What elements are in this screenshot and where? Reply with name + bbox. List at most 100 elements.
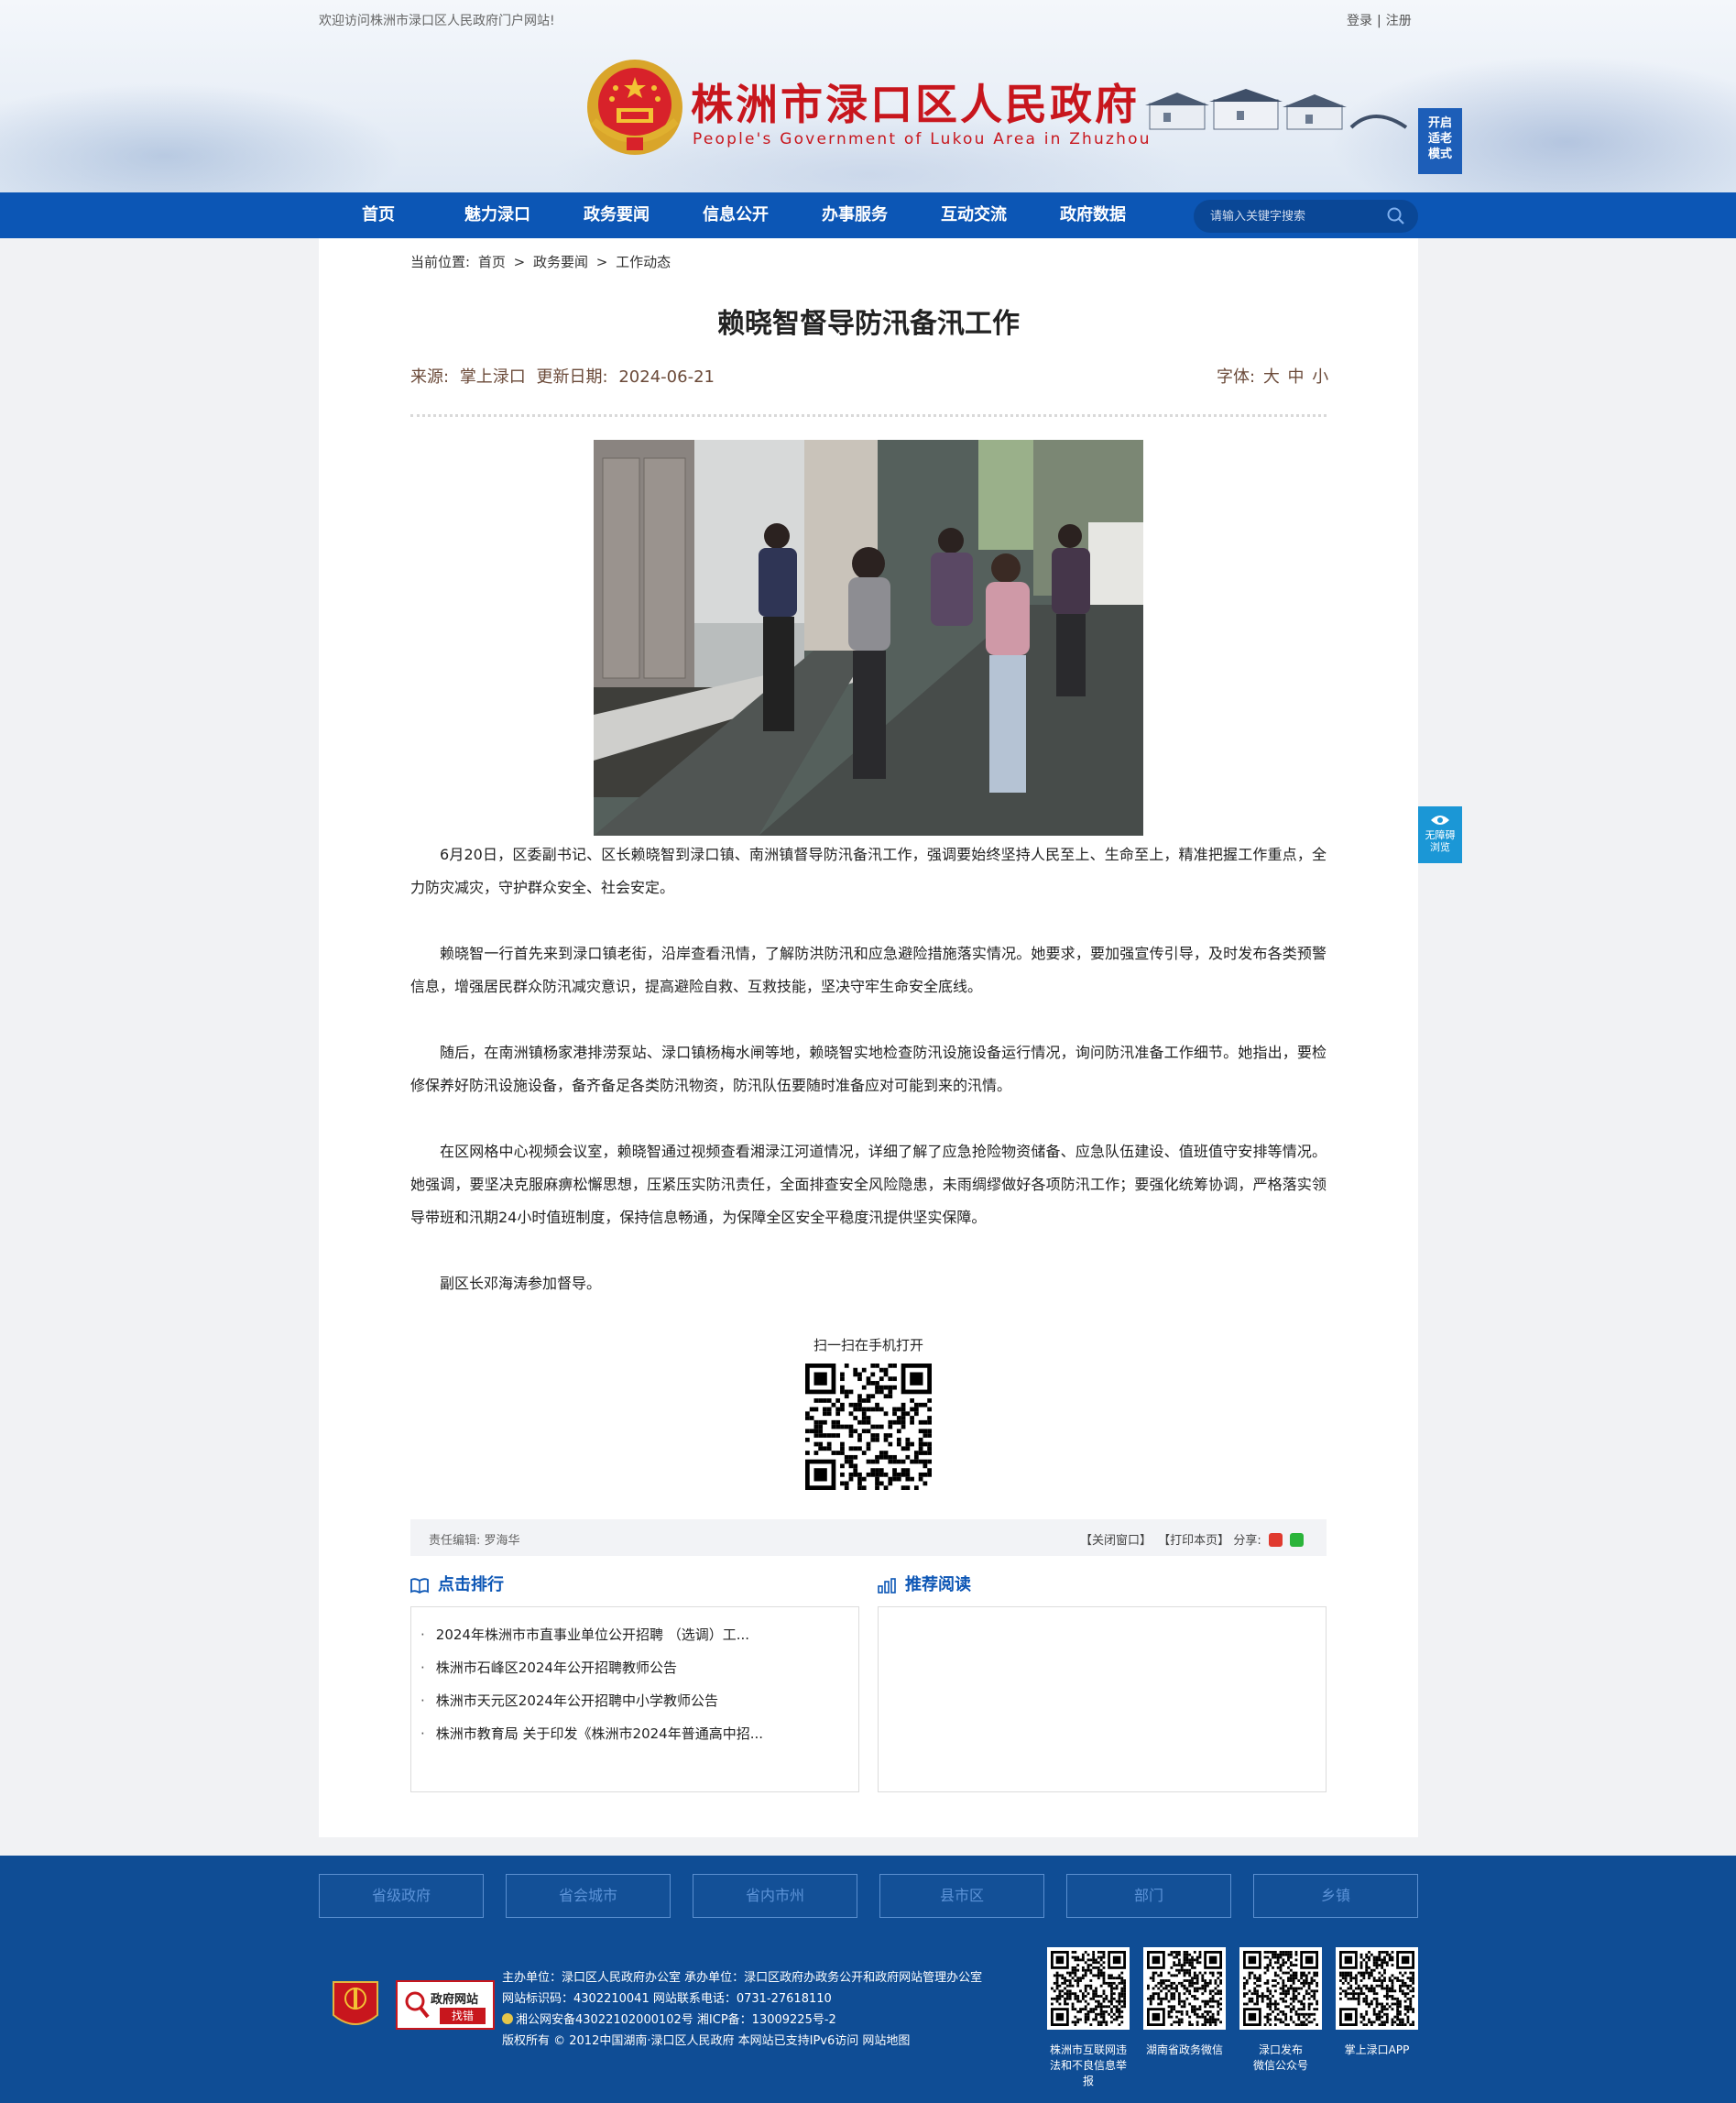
search-icon[interactable] [1386,206,1406,226]
qr-caption: 株洲市互联网违 [1049,2043,1127,2056]
source-label: 来源: [410,367,450,387]
party-government-badge[interactable] [332,1978,379,2033]
nav-item-news[interactable]: 政务要闻 [557,192,676,238]
breadcrumb-sep: > [595,254,608,270]
search-input[interactable] [1210,207,1375,225]
footer-link-towns[interactable]: 乡镇 [1253,1874,1418,1918]
site-subtitle: People's Government of Lukou Area in Zhu… [693,130,1152,148]
breadcrumb-home[interactable]: 首页 [478,254,506,270]
qr-caption: 报 [1082,2075,1094,2087]
article-title: 赖晓智督导防汛备汛工作 [717,308,1020,340]
share-label: 分享: [1233,1534,1261,1548]
footer-link-province[interactable]: 省级政府 [319,1874,484,1918]
ranking-title: 点击排行 [438,1575,504,1594]
breadcrumb: 当前位置: 首页 > 政务要闻 > 工作动态 [410,252,674,271]
recommend-title: 推荐阅读 [905,1575,971,1594]
header-scenery-illustration [1145,89,1408,130]
site-header: 欢迎访问株洲市渌口区人民政府门户网站! 登录 | 注册 株洲市渌口区人民政府 Peo… [0,0,1736,192]
qr-caption: 法和不良信息举 [1049,2059,1127,2072]
source-value: 掌上渌口 [459,367,526,387]
sitemap-link[interactable]: 网站地图 [862,2034,910,2048]
national-emblem-logo [587,60,682,155]
breadcrumb-work[interactable]: 工作动态 [616,254,671,270]
footer-link-counties[interactable]: 县市区 [879,1874,1044,1918]
ranking-list-box: 2024年株洲市市直事业单位公开招聘 （选调）工... 株洲市石峰区2024年公… [410,1606,859,1792]
footer-copyright: 版权所有 © 2012中国湖南·渌口区人民政府 本网站已支持IPv6访问 [502,2034,859,2048]
divider: | [1377,14,1381,28]
article-paragraph: 副区长邓海涛参加督导。 [440,1275,602,1292]
footer-link-cities[interactable]: 省内市州 [693,1874,857,1918]
user-links: 登录 | 注册 [1347,11,1412,29]
breadcrumb-prefix: 当前位置: [410,254,471,270]
nav-item-charm[interactable]: 魅力渌口 [438,192,557,238]
qr-caption: 掌上渌口APP [1344,2043,1410,2056]
wechat-share-icon[interactable] [1290,1533,1304,1547]
footer-icp[interactable]: 湘公网安备43022102000102号 湘ICP备：13009225号-2 [516,2013,836,2027]
accessibility-label: 浏览 [1430,841,1450,853]
magnifier-icon [405,1991,430,2019]
accessibility-button[interactable]: 无障碍 浏览 [1418,806,1462,863]
article-meta: 来源: 掌上渌口 更新日期: 2024-06-21 [410,364,720,388]
elder-mode-label: 模式 [1427,148,1452,161]
accessibility-label: 无障碍 [1425,829,1456,841]
recommend-list-box [878,1606,1327,1792]
editor-info: 责任编辑: 罗海华 [429,1530,520,1548]
login-link[interactable]: 登录 [1347,14,1372,28]
date-value: 2024-06-21 [618,367,715,387]
font-size-small[interactable]: 小 [1312,367,1328,387]
ranking-item[interactable]: 株洲市教育局 关于印发《株洲市2024年普通高中招... [420,1717,849,1750]
register-link[interactable]: 注册 [1386,14,1412,28]
nav-item-home[interactable]: 首页 [319,192,438,238]
gov-badge-action: 找错 [440,2008,486,2024]
bar-chart-icon [878,1578,896,1594]
nav-item-disclosure[interactable]: 信息公开 [676,192,795,238]
recommend-header: 推荐阅读 [878,1572,1327,1599]
article-tools: 【关闭窗口】 【打印本页】 分享: [1077,1530,1304,1548]
elder-mode-label: 适老 [1427,132,1452,146]
ranking-item[interactable]: 株洲市石峰区2024年公开招聘教师公告 [420,1651,849,1684]
footer-info: 主办单位：渌口区人民政府办公室 承办单位：渌口区政府办政务公开和政府网站管理办公… [502,1967,982,2052]
breadcrumb-news[interactable]: 政务要闻 [533,254,588,270]
ranking-panel: 点击排行 2024年株洲市市直事业单位公开招聘 （选调）工... 株洲市石峰区2… [410,1572,859,1792]
elder-mode-label: 开启 [1427,116,1452,130]
search-box [1194,200,1418,233]
ranking-header: 点击排行 [410,1572,859,1599]
nav-item-data[interactable]: 政府数据 [1033,192,1152,238]
gov-badge-title: 政府网站 [431,1993,479,2007]
print-page-button[interactable]: 【打印本页】 [1158,1534,1229,1548]
footer-link-capitals[interactable]: 省会城市 [506,1874,671,1918]
footer-qr-app: 掌上渌口APP [1336,1947,1418,2058]
nav-item-interaction[interactable]: 互动交流 [914,192,1033,238]
recommend-panel: 推荐阅读 [878,1572,1327,1792]
header-decoration [0,82,403,192]
close-window-button[interactable]: 【关闭窗口】 [1080,1534,1152,1548]
font-size-large[interactable]: 大 [1263,367,1280,387]
font-size-medium[interactable]: 中 [1288,367,1305,387]
qr-code [1336,1947,1418,2030]
divider [410,414,1327,418]
eye-icon [1431,816,1449,825]
font-size-switcher: 字体: 大 中 小 [1217,364,1328,388]
date-label: 更新日期: [536,367,608,387]
ranking-item[interactable]: 2024年株洲市市直事业单位公开招聘 （选调）工... [420,1618,849,1651]
weibo-share-icon[interactable] [1268,1533,1283,1547]
font-size-label: 字体: [1217,367,1256,387]
footer-site-id: 网站标识码：4302210041 网站联系电话：0731-27618110 [502,1992,832,2006]
breadcrumb-sep: > [513,254,526,270]
article-paragraph: 在区网格中心视频会议室，赖晓智通过视频查看湘渌江河道情况，详细了解了应急抢险物资… [410,1143,1327,1226]
footer-qr-report: 株洲市互联网违 法和不良信息举 报 [1047,1947,1130,2089]
qr-caption: 渌口发布 [1258,2043,1303,2056]
footer-qr-hunan-wechat: 湖南省政务微信 [1143,1947,1226,2058]
elder-mode-button[interactable]: 开启 适老 模式 [1418,108,1462,174]
police-badge-icon [502,2013,513,2024]
qr-code [1047,1947,1130,2030]
site-title: 株洲市渌口区人民政府 [691,80,1140,129]
nav-item-services[interactable]: 办事服务 [795,192,914,238]
site-footer: 省级政府 省会城市 省内市州 县市区 部门 乡镇 政府网站 找错 主办单位：渌口… [0,1856,1736,2103]
welcome-text: 欢迎访问株洲市渌口区人民政府门户网站! [319,14,555,28]
footer-link-departments[interactable]: 部门 [1066,1874,1231,1918]
gov-site-report-badge[interactable]: 政府网站 找错 [396,1980,495,2030]
ranking-item[interactable]: 株洲市天元区2024年公开招聘中小学教师公告 [420,1684,849,1717]
article-container: 当前位置: 首页 > 政务要闻 > 工作动态 赖晓智督导防汛备汛工作 来源: 掌… [319,238,1418,1837]
footer-link-bar: 省级政府 省会城市 省内市州 县市区 部门 乡镇 [319,1874,1418,1918]
